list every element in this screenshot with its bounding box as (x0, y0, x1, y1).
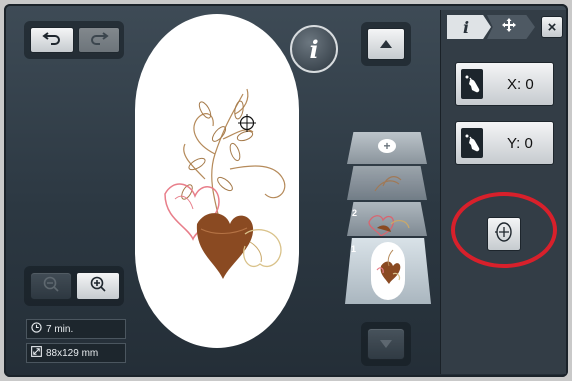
embroidery-edit-screen: i + 2 1 7 min. 88x129 mm i × X: 0 Y: 0 (4, 4, 568, 377)
clock-icon (31, 322, 42, 336)
triangle-down-icon (380, 335, 392, 353)
close-icon: × (547, 18, 557, 36)
layer-1-thumbnail (371, 242, 405, 300)
move-x-button[interactable]: X: 0 (455, 62, 554, 106)
move-sidebar: i × X: 0 Y: 0 (440, 10, 566, 374)
layer-2-number: 2 (352, 208, 358, 218)
layer-3-thumbnail (374, 176, 402, 192)
info-button[interactable]: i (290, 25, 338, 73)
stitch-time-text: 7 min. (46, 323, 74, 335)
stitch-time-status: 7 min. (26, 319, 126, 339)
close-button[interactable]: × (541, 16, 563, 38)
y-value-label: Y: 0 (507, 134, 533, 152)
undo-button[interactable] (30, 27, 74, 53)
triangle-up-icon (380, 35, 392, 53)
x-value-label: X: 0 (507, 75, 534, 93)
info-label: i (309, 34, 319, 64)
zoom-in-icon (89, 275, 107, 298)
redo-button[interactable] (78, 27, 120, 53)
scroll-down-button[interactable] (367, 328, 405, 360)
layer-1-number: 1 (351, 244, 357, 254)
layer-add[interactable]: + (347, 132, 427, 164)
tab-info-label: i (462, 17, 470, 37)
zoom-out-icon (42, 275, 60, 298)
hand-drag-icon (461, 128, 483, 158)
zoom-out-button[interactable] (30, 272, 72, 300)
scroll-up-button[interactable] (367, 28, 405, 60)
zoom-in-button[interactable] (76, 272, 120, 300)
hand-drag-icon (461, 69, 483, 99)
redo-arrow-icon (89, 31, 109, 50)
move-icon (502, 17, 516, 37)
design-size-text: 88x129 mm (46, 347, 99, 359)
design-size-status: 88x129 mm (26, 343, 126, 363)
move-y-button[interactable]: Y: 0 (455, 121, 554, 165)
resize-icon (31, 346, 42, 360)
crosshair-icon (238, 114, 256, 137)
center-hoop-icon (494, 221, 514, 248)
layer-3[interactable] (347, 166, 427, 200)
embroidery-design[interactable] (135, 14, 299, 348)
layer-2-thumbnail (368, 215, 410, 236)
layer-2[interactable]: 2 (347, 202, 427, 236)
undo-arrow-icon (42, 31, 62, 50)
tab-move[interactable] (487, 15, 535, 39)
tab-info[interactable]: i (447, 15, 491, 39)
add-layer-icon: + (378, 139, 396, 153)
layer-1[interactable]: 1 (345, 238, 431, 304)
embroidery-hoop[interactable] (135, 14, 299, 348)
center-in-hoop-button[interactable] (487, 217, 521, 251)
